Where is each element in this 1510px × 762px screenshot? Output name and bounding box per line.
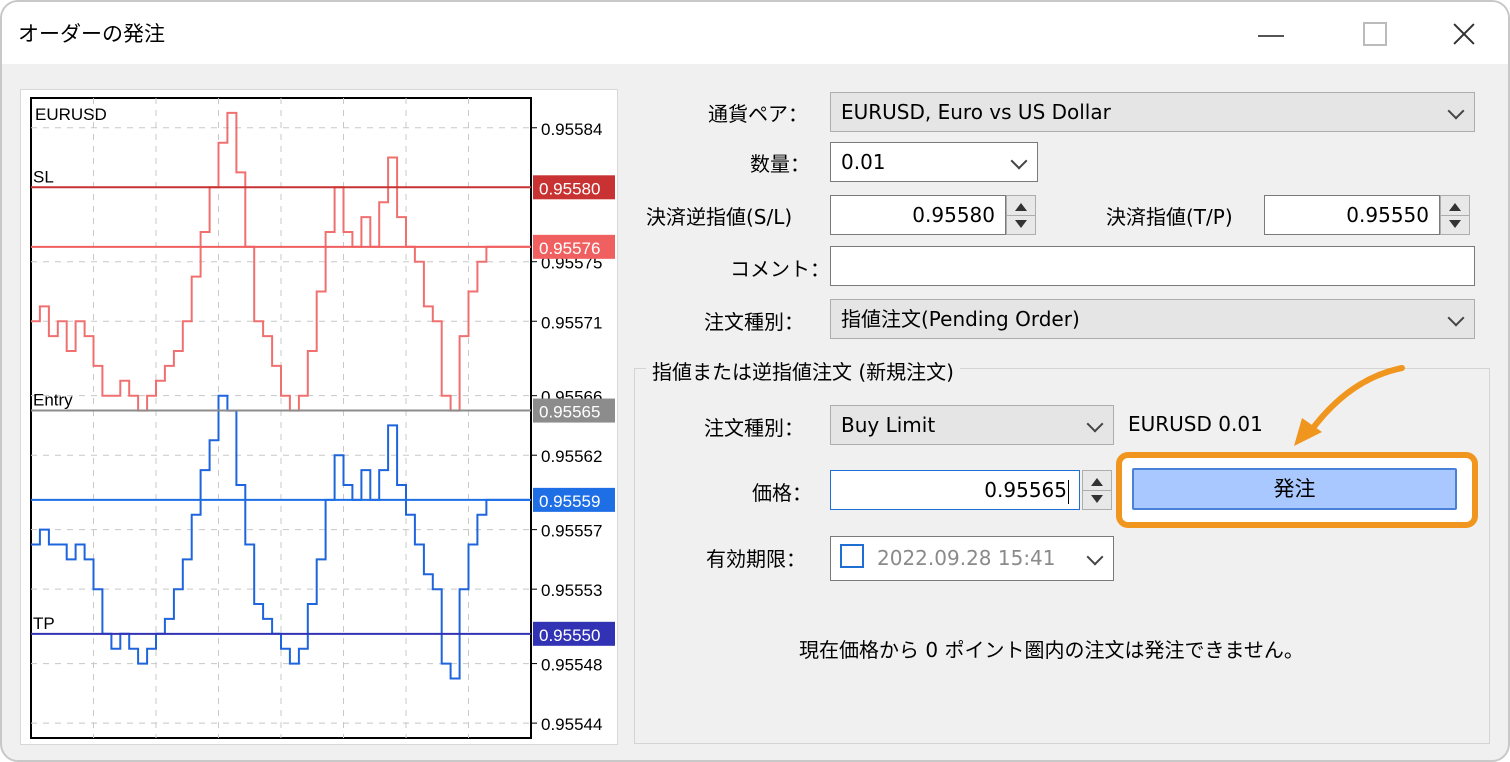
- chevron-down-icon: [1447, 102, 1465, 120]
- stop-loss-spinner[interactable]: [1006, 195, 1036, 235]
- take-profit-spinner[interactable]: [1440, 195, 1470, 235]
- comment-input[interactable]: [830, 246, 1475, 286]
- chevron-down-icon: [1086, 415, 1104, 433]
- currency-pair-value: EURUSD, Euro vs US Dollar: [841, 100, 1111, 124]
- symbol-quantity: EURUSD 0.01: [1128, 412, 1263, 436]
- level-price-label: 0.95559: [539, 492, 600, 511]
- level-price-label: 0.95576: [539, 239, 600, 258]
- quantity-label: 数量：: [750, 152, 810, 176]
- y-tick-label: 0.95562: [541, 447, 602, 466]
- pending-order-group-title: 指値または逆指値注文 (新規注文): [646, 356, 960, 385]
- spin-up-icon[interactable]: [1091, 478, 1103, 486]
- quantity-value: 0.01: [841, 150, 886, 174]
- expiry-label: 有効期限：: [706, 547, 806, 571]
- y-tick-label: 0.95584: [541, 120, 602, 139]
- price-input[interactable]: 0.95565: [830, 470, 1080, 510]
- chart-title: EURUSD: [35, 105, 107, 124]
- expiry-datetime[interactable]: 2022.09.28 15:41: [830, 536, 1114, 581]
- y-tick-label: 0.95548: [541, 656, 602, 675]
- maximize-icon[interactable]: [1354, 14, 1394, 54]
- y-tick-label: 0.95557: [541, 522, 602, 541]
- take-profit-label: 決済指値(T/P): [1106, 205, 1233, 229]
- chevron-down-icon: [1010, 152, 1028, 170]
- submit-order-button[interactable]: 発注: [1132, 468, 1457, 510]
- stop-loss-input[interactable]: 0.95580: [830, 195, 1006, 235]
- level-label: SL: [33, 167, 54, 186]
- y-tick-label: 0.95553: [541, 581, 602, 600]
- order-type-label: 注文種別：: [704, 310, 804, 334]
- spin-up-icon[interactable]: [1015, 203, 1027, 211]
- pointer-arrow-icon: [1294, 365, 1405, 446]
- order-note: 現在価格から 0 ポイント圏内の注文は発注できません。: [799, 638, 1304, 662]
- spin-down-icon[interactable]: [1015, 220, 1027, 228]
- level-price-label: 0.95550: [539, 626, 600, 645]
- pending-type-select[interactable]: Buy Limit: [830, 405, 1114, 445]
- y-tick-label: 0.95544: [541, 715, 602, 734]
- chart-svg: 0.955840.955750.955710.955660.955620.955…: [30, 97, 615, 739]
- expiry-value: 2022.09.28 15:41: [877, 546, 1056, 570]
- level-price-label: 0.95565: [539, 403, 600, 422]
- level-label: TP: [33, 614, 55, 633]
- currency-pair-select[interactable]: EURUSD, Euro vs US Dollar: [830, 92, 1475, 132]
- window-title: オーダーの発注: [18, 22, 165, 46]
- price-spinner[interactable]: [1082, 470, 1112, 510]
- spin-down-icon[interactable]: [1449, 220, 1461, 228]
- comment-label: コメント：: [730, 257, 830, 281]
- price-value: 0.95565: [984, 478, 1067, 502]
- stop-loss-label: 決済逆指値(S/L): [646, 205, 793, 229]
- quantity-select[interactable]: 0.01: [830, 142, 1038, 182]
- chevron-down-icon: [1086, 548, 1104, 566]
- order-dialog: オーダーの発注 0.95584 0.95575 0.95571 0.95566 0.95…: [0, 0, 1510, 762]
- price-chart: 0.95584 0.95575 0.95571 0.95566 0.95562 0.955…: [20, 89, 618, 745]
- order-type-value: 指値注文(Pending Order): [841, 307, 1080, 331]
- minimize-icon[interactable]: [1252, 14, 1292, 54]
- level-label: Entry: [33, 391, 73, 410]
- spin-up-icon[interactable]: [1449, 203, 1461, 211]
- currency-pair-label: 通貨ペア：: [708, 102, 808, 126]
- level-price-label: 0.95580: [539, 179, 600, 198]
- order-type-select[interactable]: 指値注文(Pending Order): [830, 299, 1475, 339]
- spin-down-icon[interactable]: [1091, 495, 1103, 503]
- title-bar: オーダーの発注: [2, 2, 1508, 64]
- pending-type-value: Buy Limit: [841, 413, 936, 437]
- take-profit-input[interactable]: 0.95550: [1264, 195, 1440, 235]
- expiry-checkbox[interactable]: [840, 544, 864, 568]
- pending-type-label: 注文種別：: [704, 416, 804, 440]
- close-icon[interactable]: [1444, 14, 1484, 54]
- price-label: 価格：: [752, 481, 812, 505]
- y-tick-label: 0.95571: [541, 313, 602, 332]
- chevron-down-icon: [1447, 309, 1465, 327]
